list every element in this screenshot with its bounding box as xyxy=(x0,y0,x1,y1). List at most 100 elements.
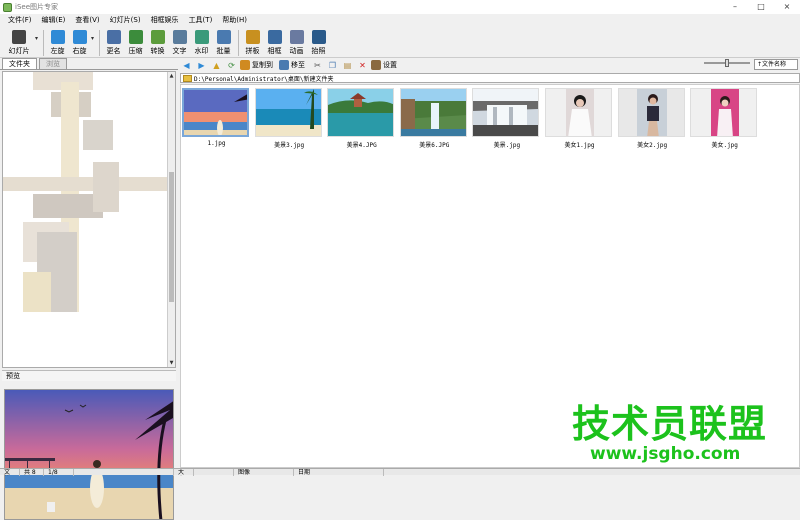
scroll-up-icon[interactable]: ▲ xyxy=(168,72,175,80)
text-icon xyxy=(172,30,187,44)
settings-button[interactable]: 设置 xyxy=(371,60,397,70)
toolbar-label: 动画 xyxy=(289,47,304,55)
thumbnail-caption: 美景4.JPG xyxy=(346,142,377,149)
thumbnail-image[interactable] xyxy=(545,88,612,137)
thumbnail-image[interactable] xyxy=(182,88,249,137)
maximize-button[interactable]: □ xyxy=(748,0,774,14)
zoom-slider-knob[interactable] xyxy=(725,59,729,67)
toolbar-button-batch[interactable]: 批量 xyxy=(213,27,234,58)
paste-icon[interactable]: ▤ xyxy=(341,60,354,71)
toolbar-label: 水印 xyxy=(194,47,209,55)
menu-slideshow[interactable]: 幻灯片(S) xyxy=(105,14,146,27)
rotate-right-icon xyxy=(72,30,87,44)
copy-icon[interactable]: ❐ xyxy=(326,60,339,71)
tab-browse[interactable]: 浏览 xyxy=(39,58,67,69)
address-bar[interactable]: D:\Personal\Administrator\桌面\新建文件夹 xyxy=(180,73,800,83)
address-path: D:\Personal\Administrator\桌面\新建文件夹 xyxy=(194,75,334,83)
tree-scrollbar[interactable]: ▲ ▼ xyxy=(167,72,175,367)
thumbnail-item[interactable]: 美女2.jpg xyxy=(617,88,687,149)
thumbnail-image[interactable] xyxy=(617,88,685,137)
toolbar-label: 转换 xyxy=(150,47,165,55)
zoom-slider[interactable] xyxy=(704,59,750,67)
thumbnail-caption: 美女2.jpg xyxy=(637,142,668,149)
settings-icon xyxy=(371,60,381,70)
window-title: iSee图片专家 xyxy=(15,3,59,11)
refresh-icon[interactable]: ⟳ xyxy=(225,60,238,71)
convert-icon xyxy=(150,30,165,44)
toolbar-separator xyxy=(238,30,240,56)
toolbar-label: 幻灯片 xyxy=(8,47,30,55)
toolbar-button-rotate-left[interactable]: 左旋 xyxy=(47,27,68,58)
menu-help[interactable]: 帮助(H) xyxy=(217,14,252,27)
toolbar-label: 相框 xyxy=(267,47,282,55)
thumbnail-image[interactable] xyxy=(399,88,467,137)
toolbar-button-collage[interactable]: 拼板 xyxy=(242,27,263,58)
menu-tools[interactable]: 工具(T) xyxy=(184,14,218,27)
app-logo-icon xyxy=(3,2,12,12)
menu-file[interactable]: 文件(F) xyxy=(3,14,37,27)
toolbar-button-text[interactable]: 文字 xyxy=(169,27,190,58)
toolbar-button-rename[interactable]: 更名 xyxy=(103,27,124,58)
scroll-thumb[interactable] xyxy=(169,172,174,302)
slideshow-icon xyxy=(12,30,26,44)
thumbnail-caption: 美景.jpg xyxy=(493,142,521,149)
menu-frame-fun[interactable]: 相框娱乐 xyxy=(146,14,184,27)
tab-folders[interactable]: 文件夹 xyxy=(2,58,37,69)
thumbnail-image[interactable] xyxy=(254,88,322,137)
toolbar-button-frame[interactable]: 相框 xyxy=(264,27,285,58)
status-bar: 文件共 81/8大小图像日期 xyxy=(0,468,800,476)
dropdown-arrow-icon[interactable]: ▾ xyxy=(91,35,94,42)
thumbnail-item[interactable]: 美景4.JPG xyxy=(327,88,396,149)
copy-to-button[interactable]: 复制到 xyxy=(240,60,273,70)
toolbar-button-camera[interactable]: 抬照 xyxy=(308,27,329,58)
toolbar-label: 压缩 xyxy=(128,47,143,55)
copy-to-icon xyxy=(240,60,250,70)
toolbar-label: 拼板 xyxy=(245,47,260,55)
preview-image xyxy=(4,389,174,520)
toolbar-button-compress[interactable]: 压缩 xyxy=(125,27,146,58)
toolbar-label: 抬照 xyxy=(311,47,326,55)
frame-icon xyxy=(267,30,282,44)
thumbnail-caption: 1.jpg xyxy=(207,140,226,147)
toolbar-label: 左旋 xyxy=(50,47,65,55)
toolbar-separator xyxy=(43,30,45,56)
watermark-title: 技术员联盟 xyxy=(572,402,768,446)
menu-bar: 文件(F) 编辑(E) 查看(V) 幻灯片(S) 相框娱乐 工具(T) 帮助(H… xyxy=(0,14,800,27)
thumbnail-item[interactable]: 美女.jpg xyxy=(690,88,759,149)
thumbnail-item[interactable]: 美女1.jpg xyxy=(545,88,614,149)
preview-label: 预览 xyxy=(2,370,176,381)
dropdown-arrow-icon[interactable]: ▾ xyxy=(35,35,38,42)
thumbnail-item[interactable]: 美景3.jpg xyxy=(254,88,324,149)
toolbar-label: 更名 xyxy=(106,47,121,55)
thumbnail-item[interactable]: 美景6.JPG xyxy=(399,88,469,149)
up-folder-icon[interactable]: ▲ xyxy=(210,60,223,71)
animation-icon xyxy=(289,30,304,44)
thumbnail-item[interactable]: 美景.jpg xyxy=(472,88,541,149)
scroll-down-icon[interactable]: ▼ xyxy=(168,359,175,367)
nav-toolbar: ◀ ▶ ▲ ⟳ 复制到 移至 ✂ ❐ ▤ ✕ 设置 ↑文件名称 xyxy=(180,58,800,72)
thumbnail-image[interactable] xyxy=(472,88,540,137)
rotate-left-icon xyxy=(50,30,65,44)
thumbnail-image[interactable] xyxy=(327,88,395,137)
folder-tree[interactable]: ▲ ▼ xyxy=(2,71,176,368)
toolbar-button-watermark[interactable]: 水印 xyxy=(191,27,212,58)
delete-icon[interactable]: ✕ xyxy=(356,60,369,71)
close-button[interactable]: × xyxy=(774,0,800,14)
toolbar-button-convert[interactable]: 转换 xyxy=(147,27,168,58)
toolbar-button-rotate-right[interactable]: 右旋 xyxy=(69,27,90,58)
move-to-button[interactable]: 移至 xyxy=(279,60,305,70)
minimize-button[interactable]: – xyxy=(722,0,748,14)
forward-icon[interactable]: ▶ xyxy=(195,60,208,71)
menu-edit[interactable]: 编辑(E) xyxy=(37,14,71,27)
cut-icon[interactable]: ✂ xyxy=(311,60,324,71)
collage-icon xyxy=(245,30,260,44)
watermark-icon xyxy=(194,30,209,44)
sort-select[interactable]: ↑文件名称 xyxy=(754,59,798,70)
menu-view[interactable]: 查看(V) xyxy=(70,14,104,27)
thumbnail-image[interactable] xyxy=(690,88,758,137)
thumbnail-item[interactable]: 1.jpg xyxy=(182,88,251,148)
back-icon[interactable]: ◀ xyxy=(180,60,193,71)
toolbar-button-slideshow[interactable]: 幻灯片 xyxy=(4,27,34,58)
toolbar-button-animation[interactable]: 动画 xyxy=(286,27,307,58)
watermark-url: www.jsgho.com xyxy=(590,444,741,464)
